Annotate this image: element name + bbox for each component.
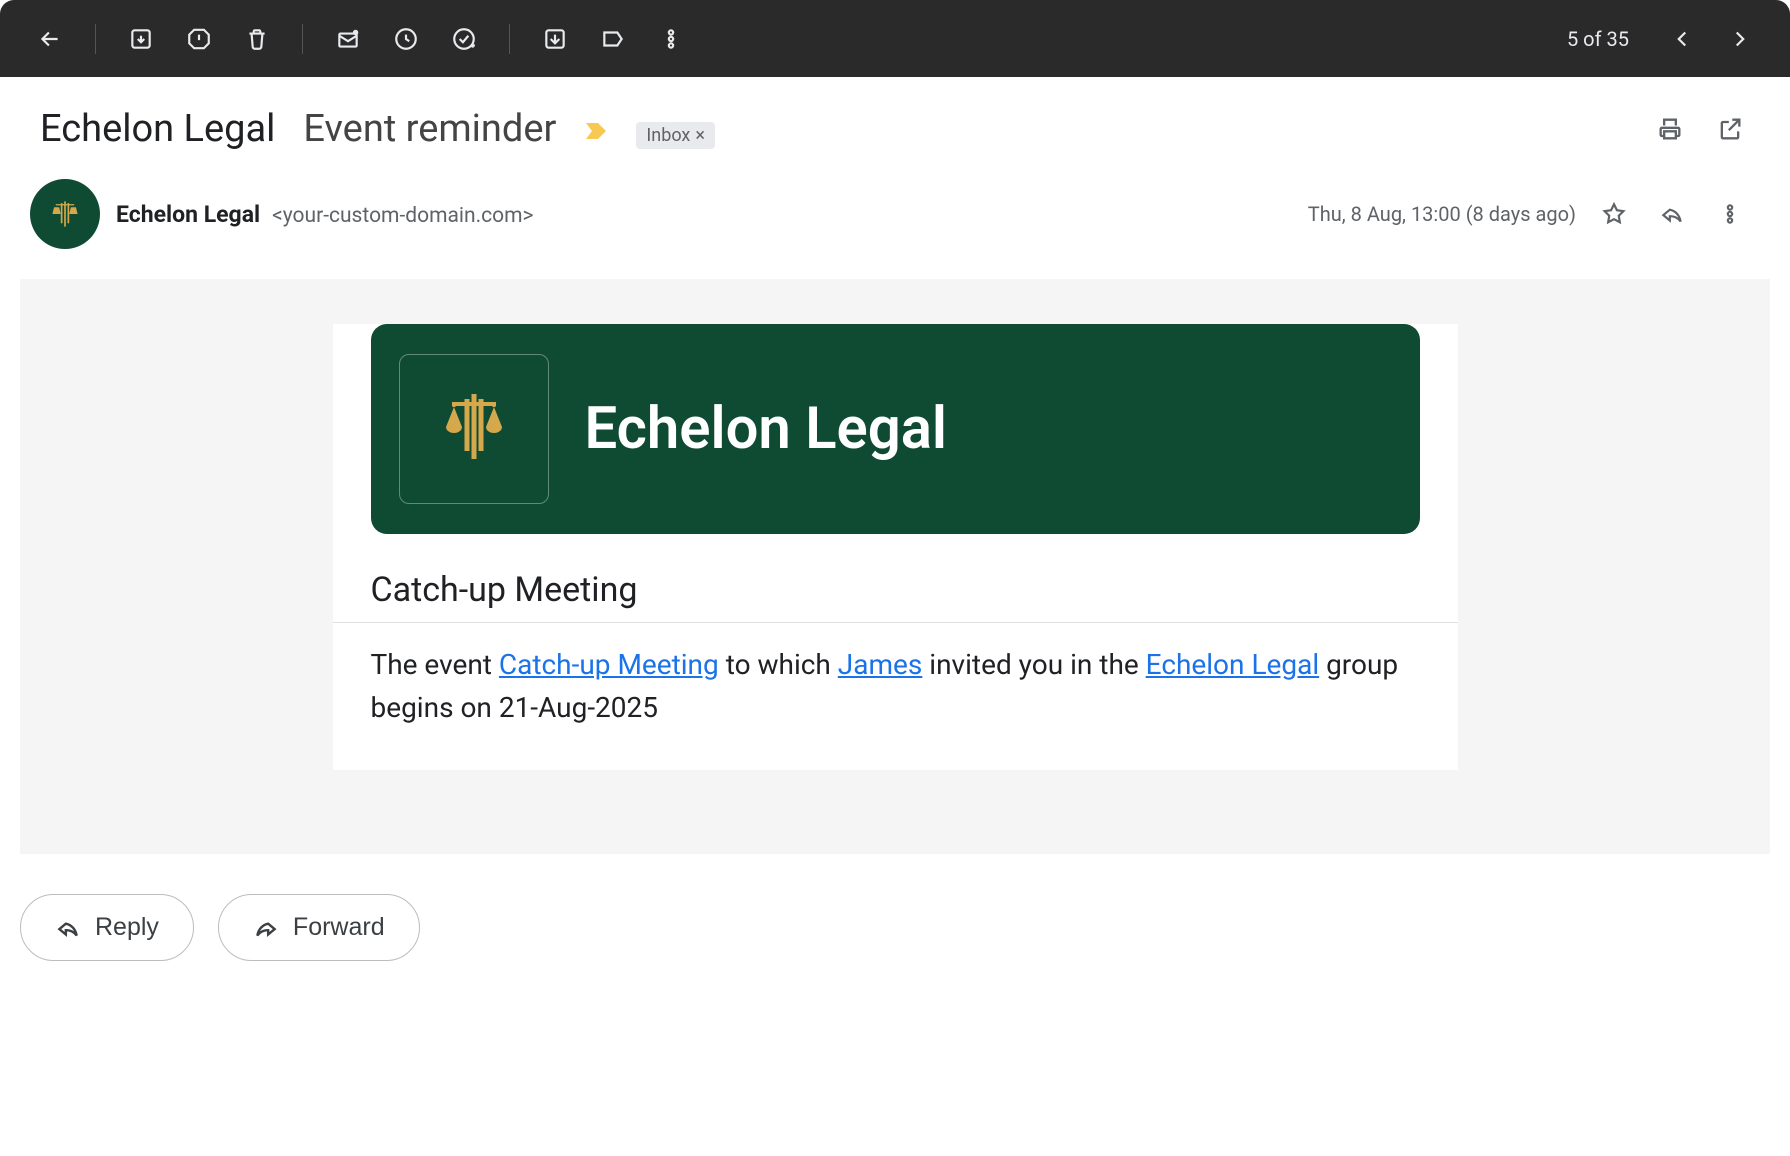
reply-icon[interactable]	[1652, 194, 1692, 234]
header-actions	[1650, 109, 1750, 149]
mark-unread-icon[interactable]	[323, 14, 373, 64]
brand-title: Echelon Legal	[585, 395, 947, 463]
subject-group: Echelon Legal Event reminder Inbox×	[40, 107, 1626, 151]
desc-text: to which	[719, 648, 838, 681]
prev-icon[interactable]	[1657, 14, 1707, 64]
label-chip-text: Inbox	[646, 125, 690, 146]
forward-button[interactable]: Forward	[218, 894, 420, 961]
add-task-icon[interactable]	[439, 14, 489, 64]
timestamp: Thu, 8 Aug, 13:00 (8 days ago)	[1308, 202, 1576, 226]
subject-main: Event reminder	[303, 107, 556, 151]
sender-info: Echelon Legal <your-custom-domain.com>	[116, 201, 534, 228]
snooze-icon[interactable]	[381, 14, 431, 64]
inviter-link[interactable]: James	[838, 648, 923, 681]
desc-text: The event	[371, 648, 499, 681]
next-icon[interactable]	[1715, 14, 1765, 64]
spam-icon[interactable]	[174, 14, 224, 64]
event-title: Catch-up Meeting	[333, 554, 1458, 623]
sender-email: <your-custom-domain.com>	[272, 204, 533, 228]
group-link[interactable]: Echelon Legal	[1146, 648, 1319, 681]
reply-button[interactable]: Reply	[20, 894, 194, 961]
action-bar: Reply Forward	[0, 854, 1790, 1001]
star-icon[interactable]	[1594, 194, 1634, 234]
toolbar-separator	[509, 24, 510, 54]
event-link[interactable]: Catch-up Meeting	[499, 648, 719, 681]
forward-arrow-icon	[253, 915, 279, 941]
more-icon[interactable]	[1710, 194, 1750, 234]
label-chip[interactable]: Inbox×	[636, 122, 715, 149]
reply-label: Reply	[95, 913, 159, 942]
subject-prefix: Echelon Legal	[40, 107, 275, 151]
forward-label: Forward	[293, 913, 385, 942]
sender-avatar[interactable]	[30, 179, 100, 249]
toolbar-separator	[302, 24, 303, 54]
email-body: Echelon Legal Catch-up Meeting The event…	[20, 279, 1770, 854]
more-icon[interactable]	[646, 14, 696, 64]
email-card: Echelon Legal Catch-up Meeting The event…	[333, 324, 1458, 770]
toolbar-separator	[95, 24, 96, 54]
reply-arrow-icon	[55, 915, 81, 941]
pager-text: 5 of 35	[1567, 27, 1629, 51]
sender-meta: Thu, 8 Aug, 13:00 (8 days ago)	[1308, 194, 1750, 234]
brand-logo-icon	[399, 354, 549, 504]
brand-banner: Echelon Legal	[371, 324, 1420, 534]
desc-text: invited you in the	[922, 648, 1145, 681]
event-description: The event Catch-up Meeting to which Jame…	[333, 623, 1458, 750]
labels-icon[interactable]	[588, 14, 638, 64]
toolbar: 5 of 35	[0, 0, 1790, 77]
open-external-icon[interactable]	[1710, 109, 1750, 149]
email-header: Echelon Legal Event reminder Inbox×	[0, 77, 1790, 161]
close-icon[interactable]: ×	[695, 125, 705, 146]
back-icon[interactable]	[25, 14, 75, 64]
important-marker-icon[interactable]	[584, 121, 608, 145]
move-to-icon[interactable]	[530, 14, 580, 64]
delete-icon[interactable]	[232, 14, 282, 64]
sender-row: Echelon Legal <your-custom-domain.com> T…	[0, 161, 1790, 279]
archive-icon[interactable]	[116, 14, 166, 64]
print-icon[interactable]	[1650, 109, 1690, 149]
sender-name: Echelon Legal	[116, 201, 260, 228]
